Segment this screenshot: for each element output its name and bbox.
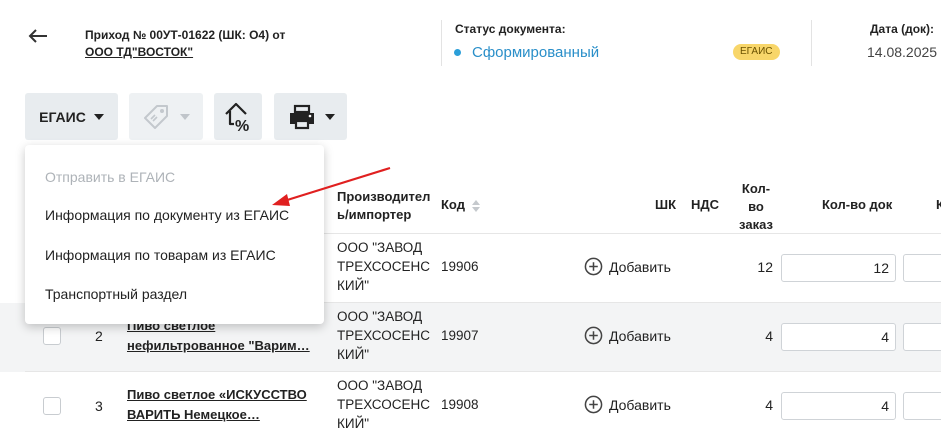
caret-down-icon xyxy=(324,113,335,120)
status-value: Сформированный xyxy=(472,44,600,61)
maker-line: ООО "ЗАВОД xyxy=(337,378,423,393)
printer-icon xyxy=(289,104,314,129)
status-label: Статус документа: xyxy=(455,22,566,36)
add-barcode-button[interactable]: Добавить xyxy=(584,395,671,414)
product-name-line: нефильтрованное "Варим… xyxy=(127,338,310,353)
caret-down-icon xyxy=(93,113,104,120)
tag-icon xyxy=(144,104,168,129)
egais-dropdown-button[interactable]: ЕГАИС xyxy=(25,93,118,140)
qty-doc-input[interactable]: 4 xyxy=(781,392,896,420)
row-divider xyxy=(25,371,941,372)
egais-dropdown-menu: Отправить в ЕГАИС Информация по документ… xyxy=(25,145,324,324)
add-button-label: Добавить xyxy=(609,258,671,275)
next-col-input[interactable] xyxy=(903,392,941,420)
maker-line: КИЙ" xyxy=(337,278,370,293)
table-row-maker: ООО "ЗАВОД ТРЕХСОСЕНС КИЙ" xyxy=(337,376,437,433)
table-row-qty-order: 12 xyxy=(757,259,773,275)
col-header-vat[interactable]: НДС xyxy=(691,196,719,214)
svg-text:%: % xyxy=(235,118,249,134)
header-divider xyxy=(811,20,812,66)
back-arrow-icon[interactable] xyxy=(26,24,50,48)
add-button-label: Добавить xyxy=(609,327,671,344)
row-number: 3 xyxy=(95,398,103,414)
col-header-code-label: Код xyxy=(441,197,465,212)
col-header-barcode[interactable]: ШК xyxy=(655,196,676,214)
qty-doc-input[interactable]: 4 xyxy=(781,323,896,351)
add-barcode-button[interactable]: Добавить xyxy=(584,257,671,276)
table-row-qty-order: 4 xyxy=(765,397,773,413)
add-barcode-button[interactable]: Добавить xyxy=(584,326,671,345)
col-header-qty-order[interactable]: Кол- во заказ xyxy=(738,180,774,234)
col-header-code[interactable]: Код xyxy=(441,196,481,214)
col-header-qty-doc[interactable]: Кол-во док xyxy=(822,196,892,214)
tag-dropdown-button[interactable] xyxy=(129,93,203,140)
date-label: Дата (док): xyxy=(870,22,935,36)
menu-item-goods-info[interactable]: Информация по товарам из ЕГАИС xyxy=(45,247,276,263)
egais-button-label: ЕГАИС xyxy=(39,108,86,125)
maker-line: ТРЕХСОСЕНС xyxy=(337,259,431,274)
table-row-maker: ООО "ЗАВОД ТРЕХСОСЕНС КИЙ" xyxy=(337,238,437,295)
document-title: Приход № 00УТ-01622 (ШК: О4) от xyxy=(85,28,286,42)
table-row-qty-order: 4 xyxy=(765,328,773,344)
maker-line: ООО "ЗАВОД xyxy=(337,240,423,255)
product-name-line: Пиво светлое «ИСКУССТВО xyxy=(127,387,307,402)
row-number: 2 xyxy=(95,328,103,344)
date-value: 14.08.2025 xyxy=(867,44,938,60)
qty-doc-input[interactable]: 12 xyxy=(781,254,896,282)
row-checkbox[interactable] xyxy=(43,397,61,415)
maker-line: ТРЕХСОСЕНС xyxy=(337,397,431,412)
price-percent-icon: % xyxy=(225,102,249,134)
print-dropdown-button[interactable] xyxy=(274,93,347,140)
product-name-line: ВАРИТЬ Немецкое… xyxy=(127,407,260,422)
supplier-link[interactable]: ООО ТД"ВОСТОК" xyxy=(85,45,193,59)
add-button-label: Добавить xyxy=(609,396,671,413)
col-header-maker-line: Производител xyxy=(337,189,431,204)
header-divider xyxy=(441,20,442,66)
table-row-maker: ООО "ЗАВОД ТРЕХСОСЕНС КИЙ" xyxy=(337,307,437,364)
add-circle-icon xyxy=(584,326,603,345)
col-header-qty-order-line: Кол- xyxy=(741,181,771,196)
add-circle-icon xyxy=(584,395,603,414)
table-row-code: 19908 xyxy=(441,397,479,412)
col-header-maker[interactable]: Производител ь/импортер xyxy=(337,188,430,224)
caret-down-icon xyxy=(180,113,190,120)
maker-line: КИЙ" xyxy=(337,416,370,431)
menu-item-transport[interactable]: Транспортный раздел xyxy=(45,286,187,302)
menu-item-send-egais: Отправить в ЕГАИС xyxy=(45,169,176,185)
row-checkbox[interactable] xyxy=(43,327,61,345)
maker-line: ТРЕХСОСЕНС xyxy=(337,328,431,343)
add-circle-icon xyxy=(584,257,603,276)
maker-line: ООО "ЗАВОД xyxy=(337,309,423,324)
sort-icon[interactable] xyxy=(471,199,481,213)
egais-badge: ЕГАИС xyxy=(733,44,780,60)
col-header-qty-order-line: заказ xyxy=(739,217,773,232)
maker-line: КИЙ" xyxy=(337,347,370,362)
table-row-code: 19907 xyxy=(441,328,479,343)
price-percent-button[interactable]: % xyxy=(214,93,262,140)
col-header-maker-line: ь/импортер xyxy=(337,207,412,222)
next-col-input[interactable] xyxy=(903,323,941,351)
product-name-link[interactable]: Пиво светлое «ИСКУССТВО ВАРИТЬ Немецкое… xyxy=(127,385,323,425)
table-row-code: 19906 xyxy=(441,259,479,274)
col-header-qty-order-line: во xyxy=(748,199,764,214)
col-header-next[interactable]: К xyxy=(936,196,941,214)
status-dot-icon xyxy=(454,49,461,56)
next-col-input[interactable] xyxy=(903,254,941,282)
menu-item-document-info[interactable]: Информация по документу из ЕГАИС xyxy=(45,207,289,223)
